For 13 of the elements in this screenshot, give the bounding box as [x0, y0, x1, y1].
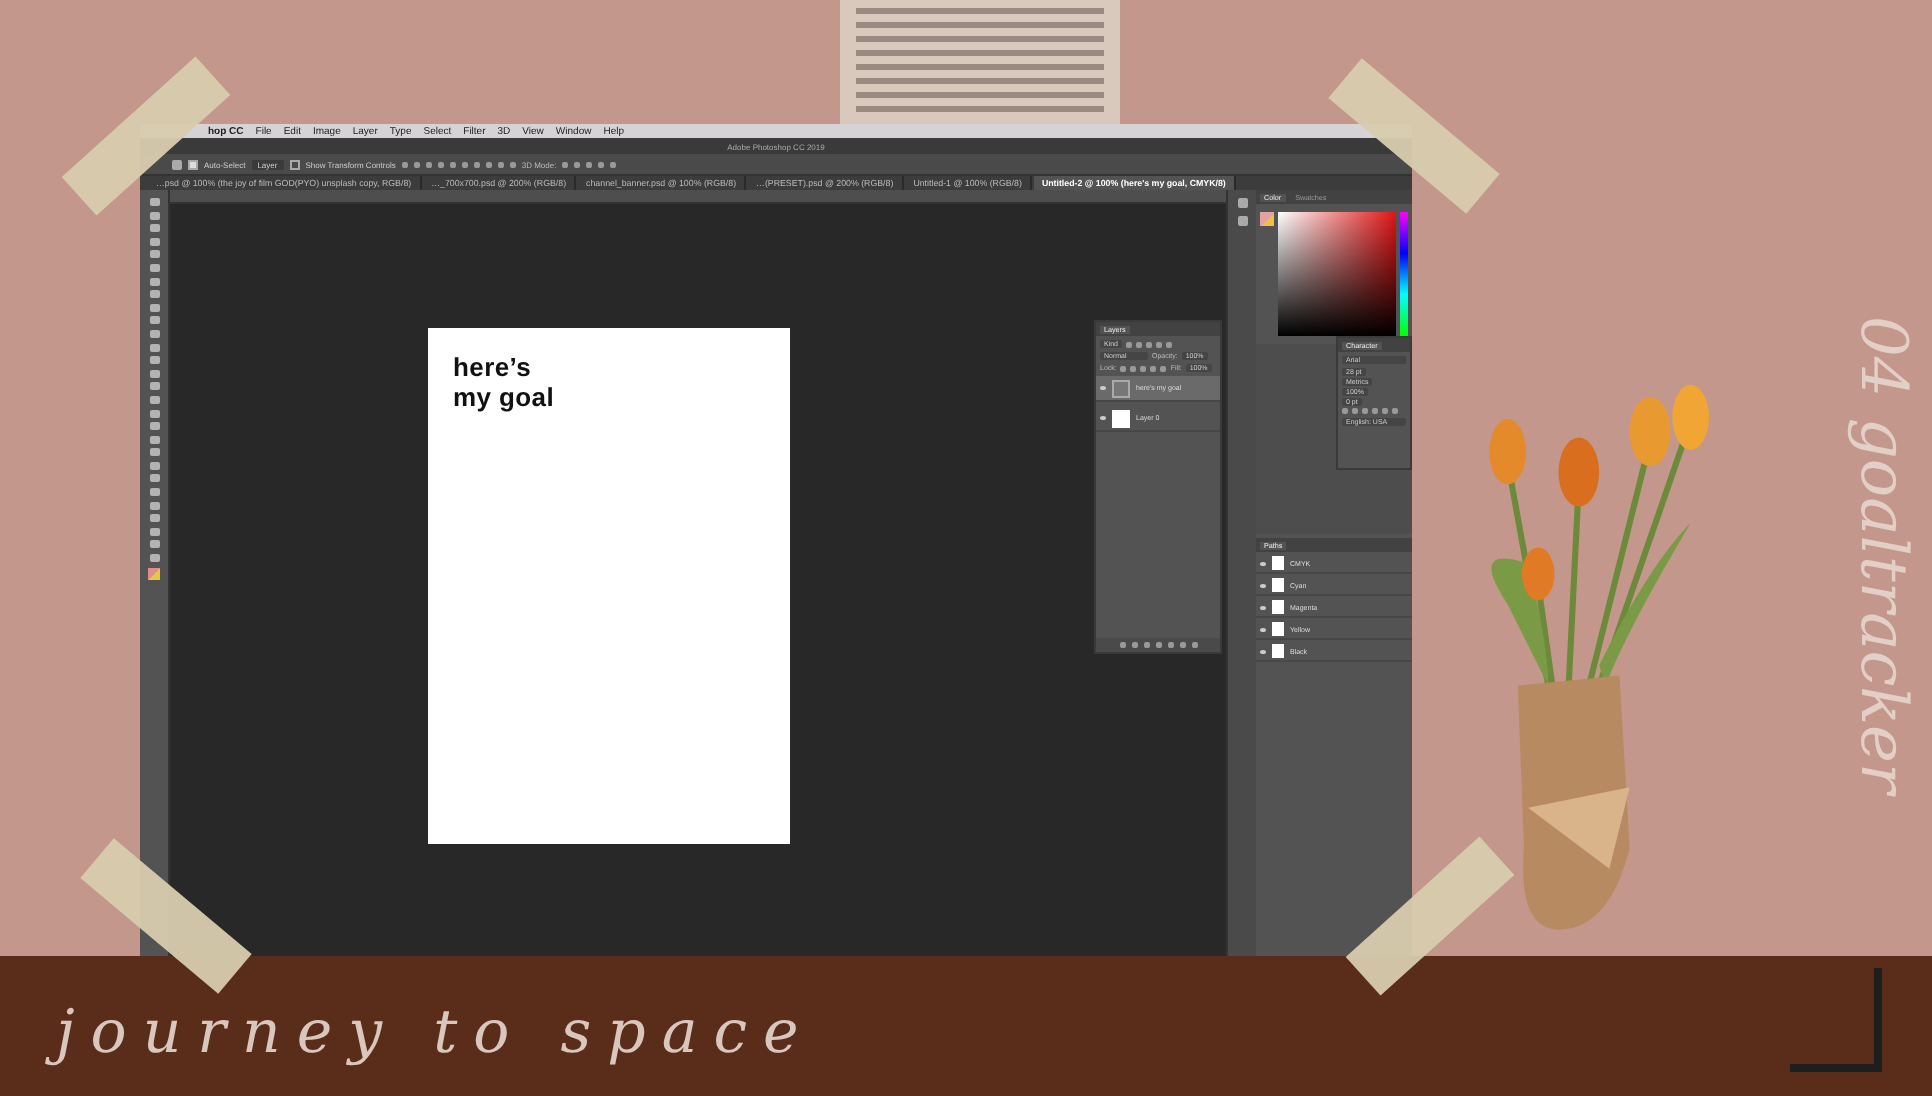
checkbox[interactable] [188, 159, 198, 169]
move-tool-icon[interactable] [172, 159, 182, 169]
corner-bracket-icon [1790, 968, 1882, 1072]
color-swatch-icon[interactable] [148, 567, 160, 580]
hue-spectrum [1400, 212, 1408, 336]
color-field[interactable] [1278, 212, 1396, 336]
layer-thumbnail [1112, 409, 1130, 427]
episode-title: 04 goaltracker [1844, 314, 1924, 801]
canvas-text: here’s my goal [451, 350, 557, 412]
series-title: journey to space [48, 992, 839, 1076]
text-layer-icon [1112, 379, 1130, 397]
checkbox[interactable] [289, 159, 300, 169]
color-swatch-icon[interactable] [1260, 212, 1274, 226]
